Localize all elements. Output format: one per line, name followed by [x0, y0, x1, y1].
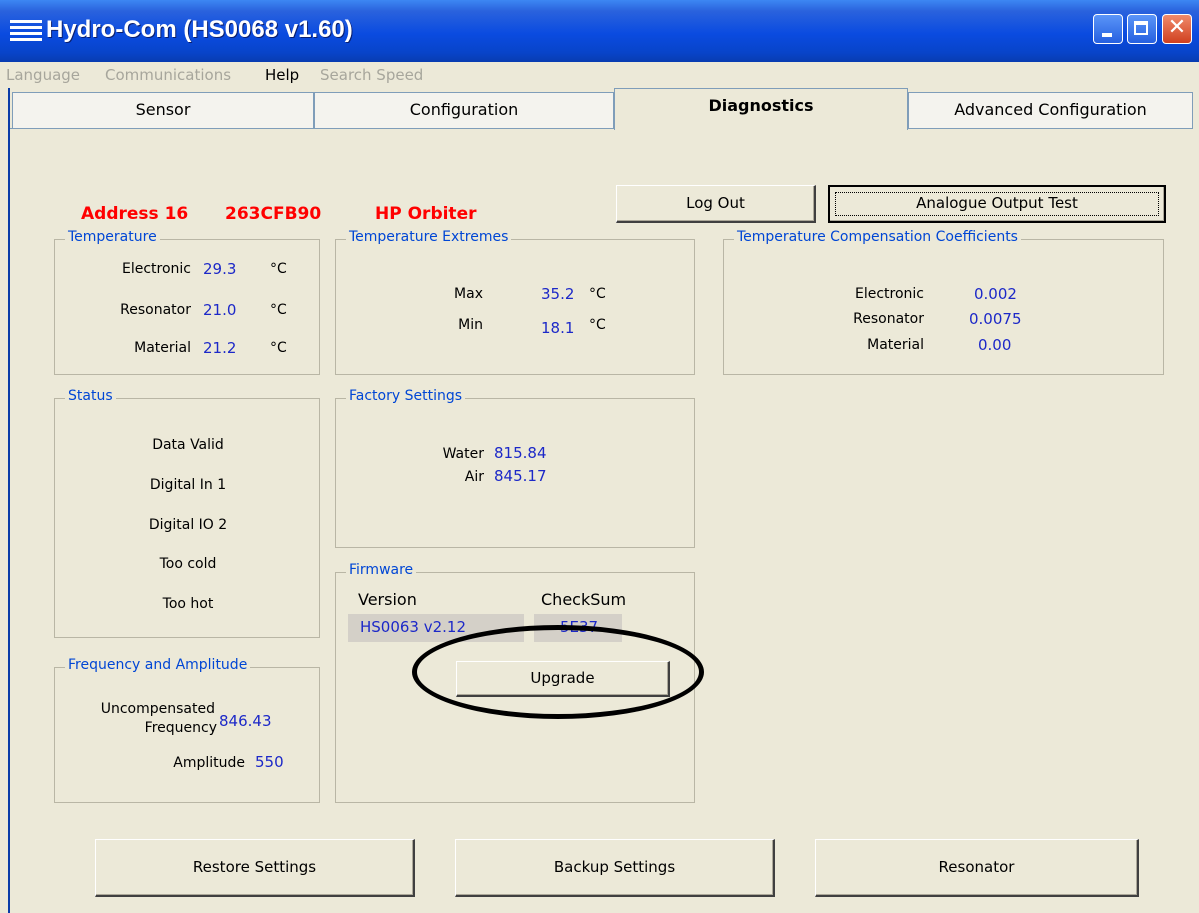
amplitude-label: Amplitude [173, 755, 245, 771]
tab-advanced-configuration[interactable]: Advanced Configuration [908, 92, 1193, 128]
title-bar[interactable]: Hydro-Com (HS0068 v1.60) ✕ [0, 0, 1199, 62]
max-label: Max [454, 286, 483, 302]
compensation-group-title: Temperature Compensation Coefficients [734, 229, 1021, 245]
status-too-cold: Too cold [159, 556, 217, 572]
temperature-extremes-group: Temperature Extremes Max 35.2 °C Min 18.… [335, 229, 695, 375]
min-value: 18.1 [541, 319, 575, 337]
uncompensated-frequency-value: 846.43 [219, 712, 272, 730]
temperature-material-value: 21.2 [203, 339, 237, 357]
status-too-hot: Too hot [162, 596, 214, 612]
menu-communications[interactable]: Communications [105, 66, 231, 84]
sensor-model: HP Orbiter [375, 204, 477, 224]
menu-language[interactable]: Language [6, 66, 80, 84]
tab-sensor[interactable]: Sensor [12, 92, 314, 128]
checksum-value: 5E37 [559, 618, 599, 636]
frequency-label: Frequency [144, 720, 217, 736]
menu-bar: Language Communications Help Search Spee… [0, 62, 1199, 88]
frequency-amplitude-group-title: Frequency and Amplitude [65, 657, 251, 673]
checksum-box: 5E37 [534, 614, 622, 642]
status-digital-io-2: Digital IO 2 [148, 517, 228, 533]
upgrade-button[interactable]: Upgrade [456, 661, 670, 697]
temperature-extremes-group-title: Temperature Extremes [346, 229, 512, 245]
temperature-electronic-value: 29.3 [203, 260, 237, 278]
menu-search-speed[interactable]: Search Speed [320, 66, 423, 84]
menu-help[interactable]: Help [265, 66, 299, 84]
water-value: 815.84 [494, 444, 547, 462]
minimize-icon [1102, 33, 1112, 37]
factory-settings-group: Factory Settings Water 815.84 Air 845.17 [335, 388, 695, 548]
sensor-serial: 263CFB90 [225, 204, 322, 224]
status-group: Status Data Valid Digital In 1 Digital I… [54, 388, 320, 638]
app-menu-icon[interactable] [10, 20, 42, 48]
temperature-material-unit: °C [270, 340, 287, 356]
maximize-icon [1134, 21, 1148, 35]
temperature-material-label: Material [134, 340, 191, 356]
version-box: HS0063 v2.12 [348, 614, 524, 642]
temperature-resonator-value: 21.0 [203, 301, 237, 319]
version-value: HS0063 v2.12 [360, 618, 467, 636]
compensation-group: Temperature Compensation Coefficients El… [723, 229, 1164, 375]
water-label: Water [442, 446, 484, 462]
temperature-electronic-unit: °C [270, 261, 287, 277]
air-label: Air [464, 469, 484, 485]
status-group-title: Status [65, 388, 116, 404]
compensation-material-value: 0.00 [978, 336, 1012, 354]
firmware-group: Firmware Version CheckSum HS0063 v2.12 5… [335, 562, 695, 803]
client-area: Sensor Configuration Diagnostics Advance… [8, 88, 1193, 913]
compensation-electronic-value: 0.002 [974, 285, 1017, 303]
maximize-button[interactable] [1127, 14, 1157, 44]
tab-diagnostics[interactable]: Diagnostics [614, 88, 908, 130]
amplitude-value: 550 [255, 753, 284, 771]
backup-settings-button[interactable]: Backup Settings [455, 839, 775, 897]
air-value: 845.17 [494, 467, 547, 485]
compensation-electronic-label: Electronic [854, 286, 924, 302]
focus-rect [835, 192, 1159, 216]
log-out-button[interactable]: Log Out [616, 185, 816, 223]
compensation-resonator-value: 0.0075 [969, 310, 1022, 328]
window-title: Hydro-Com (HS0068 v1.60) [46, 16, 353, 43]
compensation-material-label: Material [867, 337, 924, 353]
app-window: Hydro-Com (HS0068 v1.60) ✕ Language Comm… [0, 0, 1199, 913]
status-digital-in-1: Digital In 1 [149, 477, 227, 493]
diagnostics-panel: Address 16 263CFB90 HP Orbiter Log Out A… [10, 128, 1193, 913]
restore-settings-button[interactable]: Restore Settings [95, 839, 415, 897]
version-label: Version [358, 590, 417, 609]
temperature-electronic-label: Electronic [121, 261, 191, 277]
temperature-resonator-unit: °C [270, 302, 287, 318]
sensor-address: Address 16 [81, 204, 189, 224]
checksum-label: CheckSum [541, 590, 627, 609]
compensation-resonator-label: Resonator [853, 311, 924, 327]
tab-configuration[interactable]: Configuration [314, 92, 614, 128]
resonator-button[interactable]: Resonator [815, 839, 1139, 897]
temperature-group-title: Temperature [65, 229, 160, 245]
frequency-amplitude-group: Frequency and Amplitude Uncompensated Fr… [54, 657, 320, 803]
close-icon: ✕ [1167, 15, 1187, 40]
minimize-button[interactable] [1093, 14, 1123, 44]
close-button[interactable]: ✕ [1162, 14, 1192, 44]
min-unit: °C [589, 317, 606, 333]
analogue-output-test-button[interactable]: Analogue Output Test [828, 185, 1166, 223]
max-value: 35.2 [541, 285, 575, 303]
min-label: Min [458, 317, 483, 333]
status-data-valid: Data Valid [152, 437, 224, 453]
max-unit: °C [589, 286, 606, 302]
firmware-group-title: Firmware [346, 562, 417, 578]
tab-strip: Sensor Configuration Diagnostics Advance… [10, 88, 1193, 130]
uncompensated-label: Uncompensated [100, 701, 215, 717]
factory-settings-group-title: Factory Settings [346, 388, 466, 404]
temperature-resonator-label: Resonator [120, 302, 191, 318]
temperature-group: Temperature Electronic 29.3 °C Resonator… [54, 229, 320, 375]
